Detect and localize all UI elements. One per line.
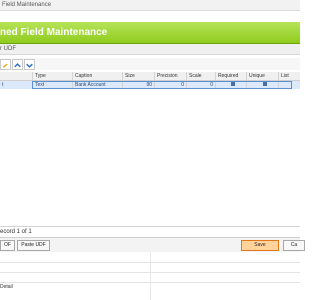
window-titlebar: Field Maintenance — [0, 0, 300, 11]
column-header-name[interactable] — [0, 72, 33, 80]
column-header-precision[interactable]: Precision — [155, 72, 187, 80]
row-focus-outline — [32, 81, 292, 89]
copy-udf-button[interactable]: OF — [0, 240, 15, 251]
column-header-unique[interactable]: Unique — [247, 72, 279, 80]
section-subheader: r UDF — [0, 44, 300, 55]
record-count: ecord 1 of 1 — [0, 229, 32, 235]
page-header: ned Field Maintenance — [0, 22, 300, 44]
record-pager: ecord 1 of 1 — [0, 226, 300, 237]
edit-button[interactable] — [0, 59, 11, 70]
column-header-size[interactable]: Size — [123, 72, 155, 80]
grid-toolbar — [0, 58, 300, 70]
move-up-icon — [14, 56, 21, 74]
grid-header-row: Type Caption Size Precision Scale Requir… — [0, 72, 300, 81]
action-bar: OF Paste UDF Save Ca — [0, 237, 305, 253]
save-button[interactable]: Save — [241, 240, 279, 251]
paste-udf-button[interactable]: Paste UDF — [17, 240, 50, 251]
page-title: ned Field Maintenance — [0, 27, 108, 38]
detail-label: Detail — [0, 284, 13, 290]
window-title: Field Maintenance — [2, 2, 52, 8]
cancel-button[interactable]: Ca — [283, 240, 305, 251]
column-header-type[interactable]: Type — [33, 72, 73, 80]
column-header-caption[interactable]: Caption — [73, 72, 123, 80]
cell-name[interactable]: t — [0, 81, 33, 89]
divider — [150, 252, 151, 300]
column-header-required[interactable]: Required — [216, 72, 247, 80]
blank-strip — [0, 11, 300, 22]
move-down-button[interactable] — [24, 59, 35, 70]
section-subtitle: r UDF — [0, 46, 16, 52]
column-header-scale[interactable]: Scale — [187, 72, 216, 80]
column-header-list[interactable]: List — [279, 72, 300, 80]
move-down-icon — [26, 56, 33, 74]
edit-pencil-icon — [2, 56, 9, 74]
move-up-button[interactable] — [12, 59, 23, 70]
